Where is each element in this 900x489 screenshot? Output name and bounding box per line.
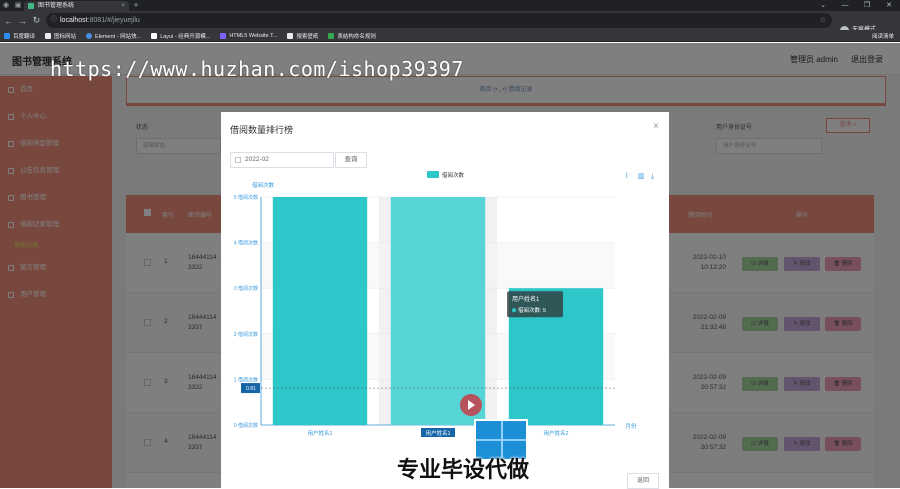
y-axis-name: 借阅次数 [252, 181, 275, 189]
back-button[interactable]: 返回 [627, 473, 659, 489]
line-switch-icon: ⌇ [625, 172, 628, 180]
vue-favicon-icon [28, 3, 34, 9]
reload-icon[interactable]: ↻ [31, 15, 42, 26]
bookmark-favicon-icon [328, 32, 335, 39]
browser-tab-bar: ◉ ▣ 图书管理系统 × + ⌄ — ❐ ✕ [0, 0, 900, 11]
browser-tab[interactable]: 图书管理系统 × [24, 1, 129, 11]
tooltip-item: 借阅次数: 5 [518, 306, 546, 314]
browser-tab-title: 图书管理系统 [38, 3, 75, 9]
bookmark-item[interactable]: HTML5 Website T... [220, 32, 277, 39]
ranking-dialog: 借阅数量排行榜 × 2022-02 查询 借阅次数 ⌇ ▥ ⤓ 借阅次数 0 借阅次数 1 … [221, 112, 669, 489]
bar-switch-icon: ▥ [638, 173, 645, 180]
dialog-title: 借阅数量排行榜 [230, 125, 294, 135]
y-tick-label: 2 借阅次数 [234, 331, 258, 338]
address-bar[interactable]: ⓘ localhost:8081/#/jieyuejilu ☆ [46, 13, 832, 28]
play-icon [460, 394, 482, 416]
bookmark-favicon-icon [45, 32, 52, 39]
bookmark-favicon-icon [151, 32, 158, 39]
chart-bar [272, 197, 368, 425]
y-tick-label: 4 借阅次数 [234, 240, 258, 247]
tooltip-title: 用户姓名1 [512, 295, 540, 303]
bookmark-favicon-icon [287, 32, 294, 39]
bookmark-item[interactable]: Element - 网站快... [86, 32, 141, 40]
bookmark-item[interactable]: 百度翻译 [4, 32, 35, 40]
new-tab-icon[interactable]: + [129, 0, 143, 11]
info-icon[interactable]: ⓘ [51, 13, 57, 28]
bookmark-favicon-icon [4, 32, 10, 39]
legend-swatch [427, 171, 439, 178]
y-tick-label: 1 借阅次数 [234, 376, 258, 383]
back-arrow-icon[interactable]: ← [3, 16, 14, 26]
download-icon: ⤓ [651, 173, 654, 180]
chart-bar [390, 197, 486, 425]
y-tick-label: 3 借阅次数 [234, 285, 258, 292]
address-host: localhost [60, 17, 88, 24]
restore-icon[interactable]: ❐ [856, 0, 878, 11]
x-tick-label: 用户姓名2 [543, 429, 568, 437]
reading-list[interactable]: 阅读清单 [872, 32, 894, 40]
address-path: :8081/#/jieyuejilu [87, 17, 140, 24]
x-axis-name: 月份 [625, 422, 637, 430]
bookmark-favicon-icon [220, 32, 227, 39]
close-tab-icon[interactable]: × [121, 1, 125, 11]
tab-list-icon[interactable]: ⌄ [812, 0, 834, 11]
watermark-text: https://www.huzhan.com/ishop39397 [50, 57, 464, 81]
forward-arrow-icon[interactable]: → [17, 16, 28, 26]
bookmark-star-icon[interactable]: ☆ [820, 13, 826, 28]
x-tick-label: 用户姓名1 [425, 429, 450, 437]
x-tick-label: 用户姓名1 [307, 429, 332, 437]
bookmark-favicon-icon [86, 32, 93, 39]
legend-label: 借阅次数 [442, 171, 465, 179]
bookmark-item[interactable]: 图标网站 [45, 32, 76, 40]
y-tick-label: 5 借阅次数 [234, 194, 258, 201]
minimize-icon[interactable]: — [834, 0, 856, 11]
crosshair-label: 0.81 [246, 386, 256, 392]
bookmark-item[interactable]: Layui - 经典开源模... [151, 32, 210, 40]
browser-menu-icon[interactable]: ◉ [0, 0, 12, 11]
browser-toolbar: ← → ↻ ⓘ localhost:8081/#/jieyuejilu ☆ 无痕… [0, 11, 900, 35]
promo-text: 专业毕设代做 [397, 457, 530, 482]
bookmark-item[interactable]: 搜索壁纸 [287, 32, 318, 40]
y-tick-label: 0 借阅次数 [234, 422, 258, 429]
bookmark-item[interactable]: 表结构命名规则 [328, 32, 376, 40]
browser-tab-search-icon[interactable]: ▣ [12, 0, 24, 11]
close-icon[interactable]: × [653, 121, 659, 132]
tooltip-marker [512, 308, 516, 313]
bookmarks-bar: 百度翻译 图标网站 Element - 网站快... Layui - 经典开源模… [0, 30, 900, 42]
close-window-icon[interactable]: ✕ [878, 0, 900, 11]
window-controls: ⌄ — ❐ ✕ [812, 0, 900, 11]
ranking-bar-chart: 借阅次数 ⌇ ▥ ⤓ 借阅次数 0 借阅次数 1 借阅次数 2 借阅次数 3 借阅次数 4 借阅次… [234, 171, 654, 437]
